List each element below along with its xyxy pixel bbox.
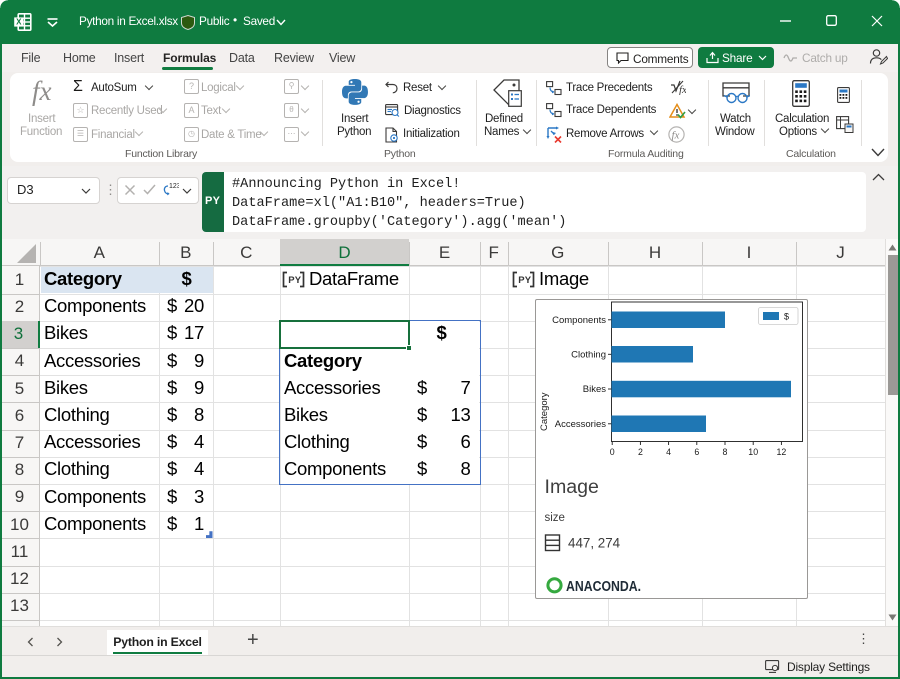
svg-text:0: 0 [610, 447, 615, 457]
svg-text:8: 8 [723, 447, 728, 457]
svg-text:PY: PY [518, 275, 532, 286]
svg-text:123: 123 [169, 183, 179, 190]
svg-text:fx: fx [679, 84, 686, 95]
svg-text:size: size [545, 512, 565, 524]
svg-text:12: 12 [777, 447, 787, 457]
svg-text:Category: Category [539, 392, 550, 431]
svg-text:X: X [16, 17, 22, 26]
svg-text:$: $ [784, 312, 789, 322]
svg-text:Components: Components [552, 315, 606, 326]
svg-text:4: 4 [666, 447, 671, 457]
svg-text:447, 274: 447, 274 [568, 536, 621, 551]
svg-text:fx: fx [672, 130, 680, 142]
svg-text:6: 6 [694, 447, 699, 457]
svg-text:Image: Image [545, 476, 600, 498]
svg-text:ANACONDA.: ANACONDA. [566, 578, 641, 595]
svg-text:PY: PY [288, 275, 302, 286]
svg-text:2: 2 [638, 447, 643, 457]
svg-text:Clothing: Clothing [571, 350, 606, 361]
svg-text:Bikes: Bikes [583, 384, 606, 395]
svg-text:10: 10 [748, 447, 758, 457]
svg-text:Accessories: Accessories [555, 419, 606, 430]
